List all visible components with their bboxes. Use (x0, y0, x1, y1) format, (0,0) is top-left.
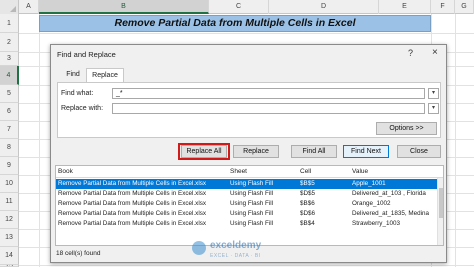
result-book: Remove Partial Data from Multiple Cells … (58, 210, 207, 217)
row-header-9[interactable]: 9 (0, 157, 19, 175)
replace-button[interactable]: Replace (233, 145, 279, 158)
row-header-3[interactable]: 3 (0, 52, 19, 66)
result-row[interactable]: Remove Partial Data from Multiple Cells … (56, 219, 443, 229)
row-header-2[interactable]: 2 (0, 33, 19, 52)
row-header-4[interactable]: 4 (0, 66, 19, 85)
result-cell: $D$5 (300, 190, 316, 197)
result-sheet: Using Flash Fill (230, 210, 274, 217)
column-header-a[interactable]: A (19, 0, 39, 14)
result-sheet: Using Flash Fill (230, 180, 274, 187)
result-book: Remove Partial Data from Multiple Cells … (58, 180, 207, 187)
column-header-sheet[interactable]: Sheet (230, 168, 247, 175)
find-what-label: Find what: (61, 90, 94, 97)
result-cell: $B$5 (300, 180, 315, 187)
scrollbar-thumb[interactable] (439, 188, 443, 218)
result-value: Apple_1001 (352, 180, 386, 187)
sheet-title-cell[interactable]: Remove Partial Data from Multiple Cells … (39, 15, 431, 32)
result-row[interactable]: Remove Partial Data from Multiple Cells … (56, 189, 443, 199)
column-header-e[interactable]: E (379, 0, 431, 14)
column-header-d[interactable]: D (269, 0, 379, 14)
row-header-13[interactable]: 13 (0, 229, 19, 247)
column-header-c[interactable]: C (209, 0, 269, 14)
replace-with-label: Replace with: (61, 105, 104, 112)
result-book: Remove Partial Data from Multiple Cells … (58, 220, 207, 227)
row-header-1[interactable]: 1 (0, 14, 19, 33)
row-header-6[interactable]: 6 (0, 103, 19, 121)
watermark-tagline: EXCEL · DATA · BI (210, 253, 261, 259)
row-header-5[interactable]: 5 (0, 85, 19, 103)
column-header-g[interactable]: G (455, 0, 474, 14)
result-sheet: Using Flash Fill (230, 200, 274, 207)
result-cell: $B$4 (300, 220, 315, 227)
result-cell: $D$6 (300, 210, 316, 217)
column-header-book[interactable]: Book (58, 168, 73, 175)
row-header-11[interactable]: 11 (0, 193, 19, 211)
tab-replace[interactable]: Replace (86, 68, 124, 82)
help-button[interactable]: ? (408, 48, 413, 58)
result-value: Strawberry_1003 (352, 220, 400, 227)
tab-find[interactable]: Find (60, 68, 86, 82)
result-book: Remove Partial Data from Multiple Cells … (58, 200, 207, 207)
find-replace-dialog: Find and Replace ? × Find Replace Find w… (50, 44, 447, 263)
replace-with-dropdown-icon[interactable]: ▾ (428, 103, 439, 114)
row-header-12[interactable]: 12 (0, 211, 19, 229)
close-icon[interactable]: × (432, 47, 438, 58)
column-header-f[interactable]: F (431, 0, 455, 14)
result-row[interactable]: Remove Partial Data from Multiple Cells … (56, 179, 443, 189)
select-all-corner[interactable] (0, 0, 19, 14)
result-value: Delivered_at_1835, Medina (352, 210, 430, 217)
replace-with-input[interactable] (112, 103, 425, 114)
result-sheet: Using Flash Fill (230, 220, 274, 227)
row-header-7[interactable]: 7 (0, 121, 19, 139)
replace-panel: Find what: _* ▾ Replace with: ▾ Options … (57, 82, 441, 138)
row-header-10[interactable]: 10 (0, 175, 19, 193)
replace-all-button[interactable]: Replace All (181, 145, 227, 158)
column-header-value[interactable]: Value (352, 168, 368, 175)
status-text: 18 cell(s) found (56, 250, 101, 257)
results-list[interactable]: Book Sheet Cell Value Remove Partial Dat… (55, 165, 444, 246)
find-all-button[interactable]: Find All (291, 145, 337, 158)
row-header-14[interactable]: 14 (0, 247, 19, 265)
result-value: Orange_1002 (352, 200, 391, 207)
find-what-dropdown-icon[interactable]: ▾ (428, 88, 439, 99)
exceldemy-logo-icon (192, 241, 206, 255)
row-header-8[interactable]: 8 (0, 139, 19, 157)
result-sheet: Using Flash Fill (230, 190, 274, 197)
column-header-cell[interactable]: Cell (300, 168, 311, 175)
find-what-input[interactable]: _* (112, 88, 425, 99)
column-header-b[interactable]: B (39, 0, 209, 14)
result-book: Remove Partial Data from Multiple Cells … (58, 190, 207, 197)
watermark-name: exceldemy (210, 240, 262, 251)
result-row[interactable]: Remove Partial Data from Multiple Cells … (56, 199, 443, 209)
results-scrollbar[interactable] (437, 178, 443, 245)
dialog-title: Find and Replace (57, 50, 116, 59)
results-header: Book Sheet Cell Value (56, 166, 443, 178)
find-next-button[interactable]: Find Next (343, 145, 389, 158)
result-cell: $B$6 (300, 200, 315, 207)
result-row[interactable]: Remove Partial Data from Multiple Cells … (56, 209, 443, 219)
options-button[interactable]: Options >> (376, 122, 437, 135)
column-header-bar: A B C D E F G (0, 0, 474, 14)
close-button[interactable]: Close (397, 145, 441, 158)
result-value: Delivered_at_103 , Florida (352, 190, 426, 197)
